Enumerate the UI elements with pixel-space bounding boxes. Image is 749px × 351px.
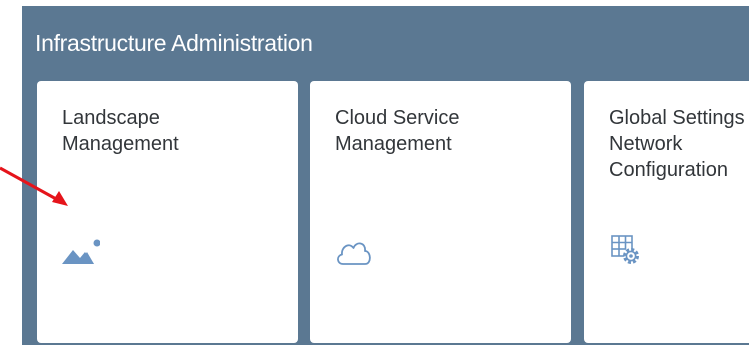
landscape-icon [62, 234, 100, 268]
annotation-arrow-icon [0, 166, 68, 206]
tile-title: Landscape Management [62, 107, 179, 155]
cloud-icon [335, 234, 373, 268]
tile-title: Global Settings Network Configuration [609, 107, 745, 181]
tile-group-infrastructure-administration: Infrastructure Administration Landscape … [22, 6, 749, 345]
tile-title: Cloud Service Management [335, 107, 460, 155]
tile-global-settings-network-configuration[interactable]: Global Settings Network Configuration [584, 81, 749, 343]
grid-gear-icon [609, 234, 647, 268]
group-title: Infrastructure Administration [35, 30, 313, 56]
tile-cloud-service-management[interactable]: Cloud Service Management [310, 81, 571, 343]
